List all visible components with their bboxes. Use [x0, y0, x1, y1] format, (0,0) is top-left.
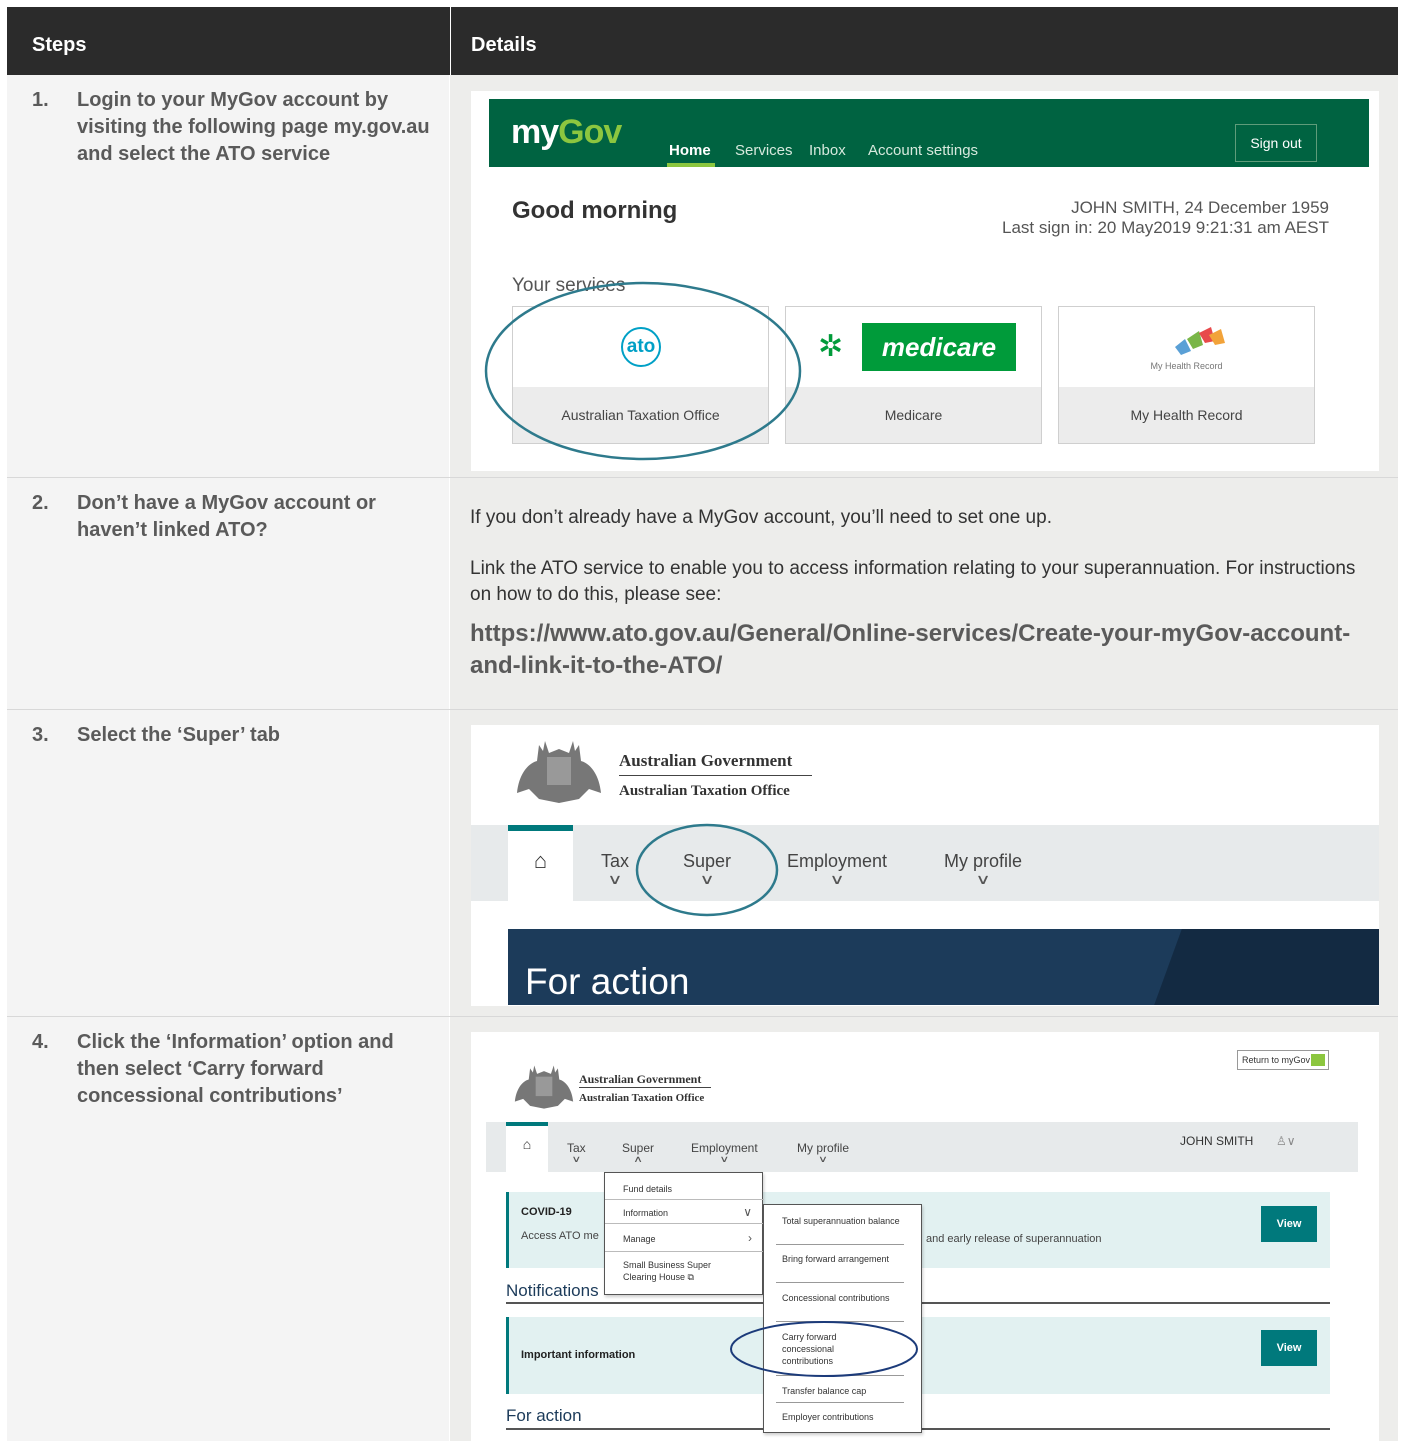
step-cell: 4. Click the ‘Information’ option and th… — [7, 1017, 449, 1441]
step-number: 2. — [32, 492, 49, 514]
ato-super-screenshot: Australian Government Australian Taxatio… — [471, 725, 1379, 1006]
table-row: 1. Login to your MyGov account by visiti… — [7, 75, 1398, 477]
step-number: 3. — [32, 724, 49, 746]
step-cell: 1. Login to your MyGov account by visiti… — [7, 75, 449, 477]
mygov-screenshot: myGov Home Services Inbox Account settin… — [471, 91, 1379, 471]
step-number: 4. — [32, 1031, 49, 1053]
detail-paragraph: Link the ATO service to enable you to ac… — [470, 558, 1356, 605]
highlight-ellipse — [484, 281, 802, 461]
step-number: 1. — [32, 89, 49, 111]
table-row: 2. Don’t have a MyGov account or haven’t… — [7, 478, 1398, 709]
detail-cell: If you don’t already have a MyGov accoun… — [450, 478, 1398, 709]
detail-cell: myGov Home Services Inbox Account settin… — [450, 75, 1398, 477]
detail-cell: Australian Government Australian Taxatio… — [450, 710, 1398, 1016]
detail-paragraph: If you don’t already have a MyGov accoun… — [470, 507, 1052, 528]
table-row: 4. Click the ‘Information’ option and th… — [7, 1017, 1398, 1441]
step-cell: 2. Don’t have a MyGov account or haven’t… — [7, 478, 449, 709]
table-row: 3. Select the ‘Super’ tab Australian Gov… — [7, 710, 1398, 1016]
table-header: Steps Details — [7, 7, 1398, 75]
instruction-table: Steps Details 1. Login to your MyGov acc… — [7, 7, 1398, 1441]
detail-cell: Australian Government Australian Taxatio… — [450, 1017, 1398, 1441]
step-text: Click the ‘Information’ option and then … — [77, 1031, 394, 1107]
ato-link[interactable]: https://www.ato.gov.au/General/Online-se… — [470, 618, 1370, 682]
ato-information-screenshot: Australian Government Australian Taxatio… — [471, 1032, 1379, 1441]
header-details: Details — [450, 7, 1398, 75]
highlight-ellipse — [635, 823, 779, 917]
step-text: Don’t have a MyGov account or haven’t li… — [77, 492, 376, 541]
header-steps: Steps — [32, 34, 87, 56]
step-text: Select the ‘Super’ tab — [77, 724, 281, 746]
step-text: Login to your MyGov account by visiting … — [77, 89, 430, 165]
highlight-ellipse — [730, 1321, 918, 1377]
step-cell: 3. Select the ‘Super’ tab — [7, 710, 449, 1016]
